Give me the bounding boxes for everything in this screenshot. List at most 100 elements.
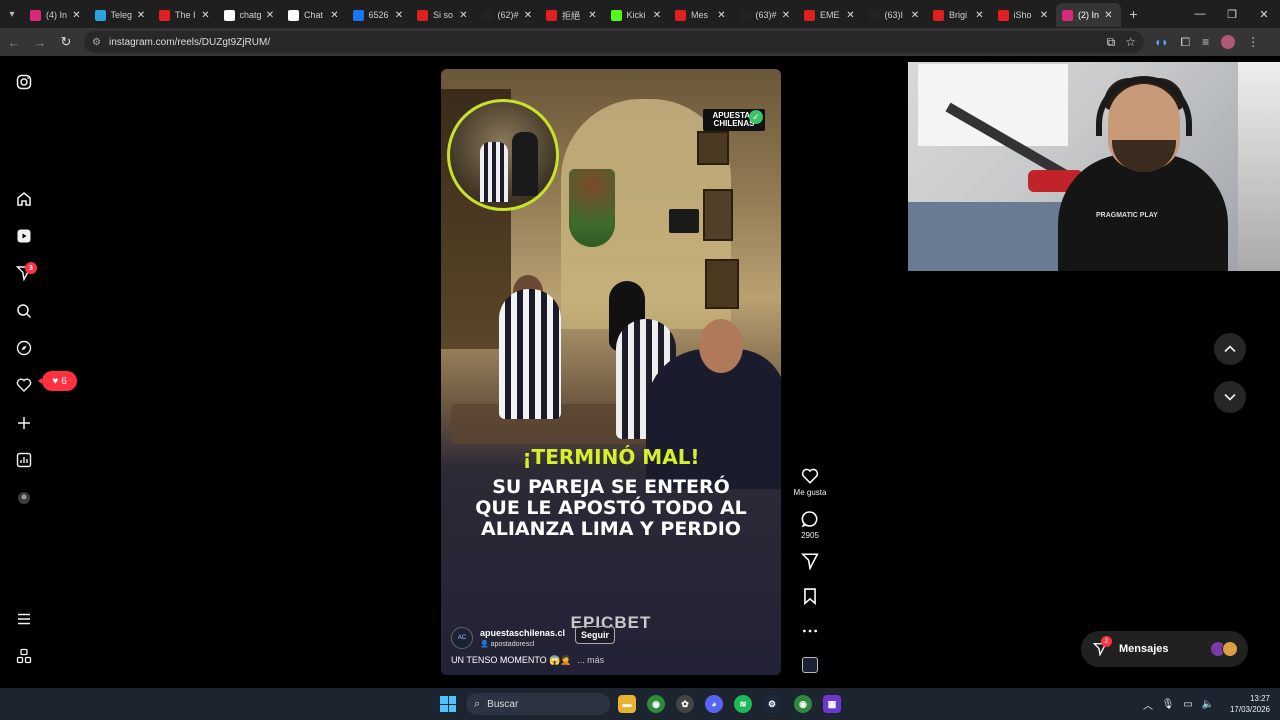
- close-tab-icon[interactable]: ✕: [974, 10, 986, 21]
- comment-button[interactable]: 2905: [790, 510, 830, 540]
- close-tab-icon[interactable]: ✕: [329, 10, 341, 21]
- install-icon[interactable]: ⧉: [1107, 35, 1116, 50]
- caption-more-link[interactable]: ... más: [577, 655, 604, 665]
- audio-thumbnail[interactable]: [802, 657, 818, 673]
- minimize-icon[interactable]: —: [1184, 0, 1216, 28]
- spotify-icon[interactable]: ≋: [734, 695, 752, 713]
- close-tab-icon[interactable]: ✕: [393, 10, 405, 21]
- app-grid-icon[interactable]: ▦: [823, 695, 841, 713]
- taskbar-search[interactable]: ⌕ Buscar: [466, 693, 610, 715]
- browser-tab[interactable]: Chat ✕: [282, 3, 347, 27]
- media-controls-icon[interactable]: ≡: [1202, 35, 1209, 49]
- author-avatar[interactable]: AC: [451, 627, 473, 649]
- close-tab-icon[interactable]: ✕: [458, 10, 470, 21]
- browser-tab[interactable]: The I ✕: [153, 3, 218, 27]
- close-tab-icon[interactable]: ✕: [1103, 10, 1115, 21]
- browser-tab[interactable]: Teleg ✕: [89, 3, 154, 27]
- like-button[interactable]: Me gusta: [790, 467, 830, 497]
- follow-button[interactable]: Seguir: [575, 626, 616, 644]
- next-reel-button[interactable]: [1214, 381, 1246, 413]
- browser-tab[interactable]: (63)# ✕: [734, 3, 799, 27]
- tab-search-icon[interactable]: ▾: [0, 0, 24, 28]
- browser-tab[interactable]: Si so ✕: [411, 3, 476, 27]
- heart-icon: ♥: [52, 375, 59, 387]
- likes-notification-pill[interactable]: ♥ 6: [38, 371, 77, 391]
- audio-attribution[interactable]: 👤 apostadorescl: [480, 640, 565, 648]
- browser-tab[interactable]: iSho ✕: [992, 3, 1057, 27]
- profile-avatar[interactable]: [1221, 35, 1236, 49]
- browser-tab[interactable]: (4) In ✕: [24, 3, 89, 27]
- browser-tab[interactable]: (2) In ✕: [1056, 3, 1121, 27]
- browser-tab[interactable]: EME ✕: [798, 3, 863, 27]
- close-tab-icon[interactable]: ✕: [71, 10, 83, 21]
- extension-icon[interactable]: ◖◗: [1154, 35, 1169, 49]
- instagram-logo-icon[interactable]: [14, 72, 34, 92]
- system-clock[interactable]: 13:27 17/03/2026: [1218, 693, 1280, 715]
- more-menu-icon[interactable]: [14, 609, 34, 629]
- close-window-icon[interactable]: ✕: [1248, 0, 1280, 28]
- close-tab-icon[interactable]: ✕: [135, 10, 147, 21]
- reels-icon[interactable]: [14, 226, 34, 246]
- chatgpt-icon: [288, 9, 299, 21]
- windows-start-icon[interactable]: [440, 696, 456, 712]
- close-tab-icon[interactable]: ✕: [845, 10, 857, 21]
- close-tab-icon[interactable]: ✕: [780, 10, 792, 21]
- chrome-profile-icon[interactable]: ◉: [794, 695, 812, 713]
- new-tab-button[interactable]: +: [1123, 2, 1145, 26]
- close-tab-icon[interactable]: ✕: [716, 10, 728, 21]
- browser-tab[interactable]: Mes ✕: [669, 3, 734, 27]
- site-info-icon[interactable]: ⚙: [92, 37, 101, 48]
- discord-icon[interactable]: ◕: [705, 695, 723, 713]
- forward-icon[interactable]: →: [28, 30, 52, 54]
- browser-tab[interactable]: Kicki ✕: [605, 3, 670, 27]
- volume-icon[interactable]: 🔈: [1198, 699, 1218, 710]
- browser-tab[interactable]: (63)I ✕: [863, 3, 928, 27]
- back-icon[interactable]: ←: [2, 30, 26, 54]
- save-button[interactable]: [790, 587, 830, 605]
- browser-tab[interactable]: chatg ✕: [218, 3, 283, 27]
- author-username[interactable]: apuestaschilenas.cl: [480, 628, 565, 638]
- chrome-icon[interactable]: ◉: [647, 695, 665, 713]
- close-tab-icon[interactable]: ✕: [909, 10, 921, 21]
- tiktok-icon: [868, 9, 880, 21]
- extensions-puzzle-icon[interactable]: ⧠: [1181, 35, 1191, 50]
- home-icon[interactable]: [14, 189, 34, 209]
- profile-avatar-icon[interactable]: [14, 488, 34, 508]
- search-icon[interactable]: [14, 301, 34, 321]
- browser-tab[interactable]: Brigi ✕: [927, 3, 992, 27]
- reload-icon[interactable]: ↻: [54, 30, 78, 54]
- microphone-icon[interactable]: 🎙: [1158, 699, 1178, 710]
- create-plus-icon[interactable]: [14, 413, 34, 433]
- explore-compass-icon[interactable]: [14, 338, 34, 358]
- scene-plant: [569, 169, 615, 247]
- messages-button[interactable]: 2 Mensajes: [1081, 631, 1248, 667]
- dashboard-chart-icon[interactable]: [14, 450, 34, 470]
- tray-overflow-icon[interactable]: ︿: [1138, 697, 1158, 712]
- steam-icon[interactable]: ⚙: [763, 695, 781, 713]
- close-tab-icon[interactable]: ✕: [651, 10, 663, 21]
- more-options-button[interactable]: [790, 622, 830, 640]
- like-label: Me gusta: [793, 488, 827, 497]
- file-explorer-icon[interactable]: ▬: [618, 695, 636, 713]
- maximize-icon[interactable]: ❐: [1216, 0, 1248, 28]
- close-tab-icon[interactable]: ✕: [522, 10, 534, 21]
- browser-menu-icon[interactable]: ⋮: [1247, 35, 1259, 49]
- also-from-meta-icon[interactable]: [14, 646, 34, 666]
- reel-video[interactable]: APUESTAS CHILENAS ✓ ¡TERMINÓ MAL! SU PAR…: [441, 69, 781, 675]
- close-tab-icon[interactable]: ✕: [200, 10, 212, 21]
- notifications-heart-icon[interactable]: [14, 375, 34, 395]
- share-button[interactable]: [790, 552, 830, 570]
- url-text[interactable]: instagram.com/reels/DUZgt9ZjRUM/: [109, 37, 1097, 48]
- network-icon[interactable]: ▭: [1178, 699, 1198, 710]
- close-tab-icon[interactable]: ✕: [264, 10, 276, 21]
- previous-reel-button[interactable]: [1214, 333, 1246, 365]
- browser-tab[interactable]: 6526 ✕: [347, 3, 412, 27]
- address-bar[interactable]: ⚙ instagram.com/reels/DUZgt9ZjRUM/ ⧉ ☆: [84, 31, 1144, 53]
- browser-toolbar: ← → ↻ ⚙ instagram.com/reels/DUZgt9ZjRUM/…: [0, 28, 1280, 56]
- browser-tab[interactable]: (62)# ✕: [476, 3, 541, 27]
- close-tab-icon[interactable]: ✕: [587, 10, 599, 21]
- close-tab-icon[interactable]: ✕: [1038, 10, 1050, 21]
- chatgpt-app-icon[interactable]: ✿: [676, 695, 694, 713]
- browser-tab[interactable]: 拒絕 ✕: [540, 3, 605, 27]
- bookmark-star-icon[interactable]: ☆: [1125, 35, 1136, 49]
